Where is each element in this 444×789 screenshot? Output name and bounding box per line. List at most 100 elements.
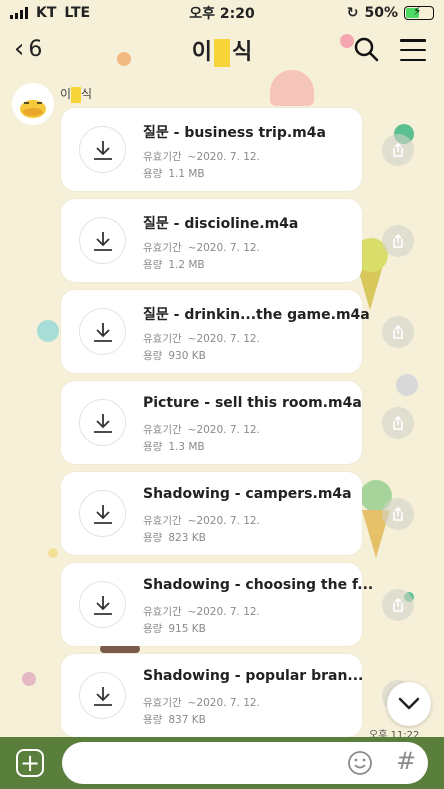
file-card[interactable]: Picture - sell this room.m4a 유효기간 ~2020. … — [61, 381, 362, 464]
emoji-button[interactable] — [347, 750, 373, 776]
share-button[interactable] — [382, 225, 414, 257]
message-input[interactable] — [62, 742, 428, 784]
file-size: 용량 837 KB — [143, 712, 206, 727]
file-card[interactable]: 질문 - business trip.m4a 유효기간 ~2020. 7. 12.… — [61, 108, 362, 191]
share-button[interactable] — [382, 316, 414, 348]
size-label: 용량 — [143, 259, 163, 271]
expiry-value: ~2020. 7. 12. — [187, 333, 260, 345]
share-icon — [393, 415, 403, 430]
plus-icon: + — [19, 749, 41, 777]
status-bar: KT LTE 오후 2:20 ↻ 50% ⚡ — [0, 0, 444, 26]
file-expiry: 유효기간 ~2020. 7. 12. — [143, 695, 260, 710]
menu-button[interactable] — [400, 39, 426, 61]
file-size: 용량 1.1 MB — [143, 166, 205, 181]
share-button[interactable] — [382, 589, 414, 621]
size-label: 용량 — [143, 350, 163, 362]
size-label: 용량 — [143, 168, 163, 180]
share-icon — [393, 506, 403, 521]
download-icon — [93, 322, 112, 342]
download-button[interactable] — [79, 581, 126, 628]
file-size: 용량 823 KB — [143, 530, 206, 545]
download-button[interactable] — [79, 490, 126, 537]
sender-name: 이식 — [60, 86, 93, 103]
file-card[interactable]: Shadowing - popular bran... 유효기간 ~2020. 7… — [61, 654, 364, 737]
chevron-down-icon — [398, 697, 420, 710]
expiry-value: ~2020. 7. 12. — [187, 515, 260, 527]
search-icon — [354, 37, 379, 62]
menu-icon — [400, 39, 426, 42]
name-redaction — [71, 86, 82, 103]
file-size: 용량 1.2 MB — [143, 257, 205, 272]
size-label: 용량 — [143, 714, 163, 726]
file-expiry: 유효기간 ~2020. 7. 12. — [143, 513, 260, 528]
share-icon — [393, 233, 403, 248]
share-icon — [393, 597, 403, 612]
attach-button[interactable]: + — [16, 749, 44, 777]
expiry-value: ~2020. 7. 12. — [187, 606, 260, 618]
file-expiry: 유효기간 ~2020. 7. 12. — [143, 149, 260, 164]
expiry-label: 유효기간 — [143, 606, 182, 618]
file-name: 질문 - discioline.m4a — [143, 216, 299, 232]
size-label: 용량 — [143, 532, 163, 544]
expiry-label: 유효기간 — [143, 424, 182, 436]
share-button[interactable] — [382, 407, 414, 439]
share-button[interactable] — [382, 134, 414, 166]
file-card[interactable]: 질문 - drinkin...the game.m4a 유효기간 ~2020. 7… — [61, 290, 370, 373]
download-button[interactable] — [79, 308, 126, 355]
expiry-value: ~2020. 7. 12. — [187, 151, 260, 163]
battery-icon: ⚡ — [404, 4, 434, 20]
download-icon — [93, 595, 112, 615]
title-right: 식 — [232, 39, 253, 65]
file-card[interactable]: Shadowing - campers.m4a 유효기간 ~2020. 7. 12… — [61, 472, 362, 555]
download-icon — [93, 140, 112, 160]
chat-header: ‹ 6 이식 — [0, 30, 444, 70]
size-label: 용량 — [143, 441, 163, 453]
download-icon — [93, 504, 112, 524]
size-value: 915 KB — [168, 623, 206, 635]
download-button[interactable] — [79, 217, 126, 264]
expiry-value: ~2020. 7. 12. — [187, 697, 260, 709]
title-redaction — [214, 38, 230, 67]
download-button[interactable] — [79, 126, 126, 173]
clock: 오후 2:20 — [189, 6, 255, 22]
expiry-label: 유효기간 — [143, 151, 182, 163]
file-expiry: 유효기간 ~2020. 7. 12. — [143, 331, 260, 346]
expiry-value: ~2020. 7. 12. — [187, 424, 260, 436]
download-icon — [93, 413, 112, 433]
download-button[interactable] — [79, 399, 126, 446]
file-expiry: 유효기간 ~2020. 7. 12. — [143, 604, 260, 619]
avatar[interactable] — [12, 83, 54, 125]
file-name: 질문 - business trip.m4a — [143, 125, 326, 141]
file-name: Shadowing - popular bran... — [143, 668, 364, 684]
share-icon — [393, 324, 403, 339]
download-icon — [93, 686, 112, 706]
download-icon — [93, 231, 112, 251]
expiry-value: ~2020. 7. 12. — [187, 242, 260, 254]
file-card[interactable]: 질문 - discioline.m4a 유효기간 ~2020. 7. 12. 용량… — [61, 199, 362, 282]
file-expiry: 유효기간 ~2020. 7. 12. — [143, 422, 260, 437]
smiley-icon — [348, 751, 372, 775]
hashtag-button[interactable]: # — [396, 747, 416, 775]
file-name: Picture - sell this room.m4a — [143, 395, 362, 411]
file-name: 질문 - drinkin...the game.m4a — [143, 307, 370, 323]
share-button[interactable] — [382, 498, 414, 530]
search-button[interactable] — [353, 36, 379, 62]
share-icon — [393, 142, 403, 157]
size-value: 1.3 MB — [168, 441, 205, 453]
file-name: Shadowing - choosing the f... — [143, 577, 374, 593]
expiry-label: 유효기간 — [143, 333, 182, 345]
scroll-to-bottom-button[interactable] — [387, 682, 431, 726]
charging-icon: ⚡ — [413, 4, 422, 18]
size-value: 837 KB — [168, 714, 206, 726]
download-button[interactable] — [79, 672, 126, 719]
size-value: 823 KB — [168, 532, 206, 544]
file-size: 용량 915 KB — [143, 621, 206, 636]
file-name: Shadowing - campers.m4a — [143, 486, 352, 502]
file-card[interactable]: Shadowing - choosing the f... 유효기간 ~2020.… — [61, 563, 373, 646]
expiry-label: 유효기간 — [143, 697, 182, 709]
file-size: 용량 1.3 MB — [143, 439, 205, 454]
size-value: 1.1 MB — [168, 168, 205, 180]
size-label: 용량 — [143, 623, 163, 635]
size-value: 1.2 MB — [168, 259, 205, 271]
file-size: 용량 930 KB — [143, 348, 206, 363]
